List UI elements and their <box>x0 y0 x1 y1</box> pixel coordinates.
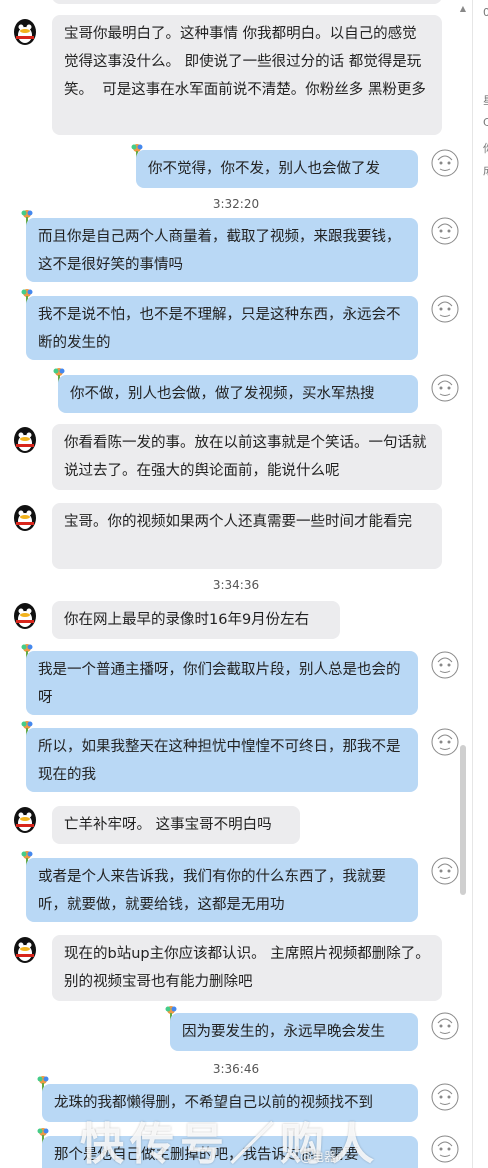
chat-history: 宝哥你最明白了。这种事情 你我都明白。以自己的感觉 觉得这事没什么。 即使说了一… <box>0 0 472 1168</box>
message-bubble-outgoing: 而且你是自己两个人商量着，截取了视频，来跟我要钱，这不是很好笑的事情吗 <box>26 218 418 282</box>
qq-penguin-avatar-icon[interactable] <box>10 804 40 834</box>
message-bubble-outgoing: 因为要发生的，永远早晚会发生 <box>170 1013 418 1051</box>
message-bubble-incoming: 现在的b站up主你应该都认识。 主席照片视频都删除了。 别的视频宝哥也有能力删除… <box>52 935 442 1001</box>
message-bubble-outgoing: 我是一个普通主播呀，你们会截取片段，别人总是也会的呀 <box>26 651 418 715</box>
timestamp: 3:34:36 <box>212 578 260 592</box>
user-avatar-icon[interactable] <box>430 650 460 680</box>
qq-penguin-avatar-icon[interactable] <box>10 502 40 532</box>
right-side-panel: 0 星 C 你 成 <box>472 0 488 1168</box>
side-panel-char: 成 <box>483 162 488 178</box>
timestamp: 3:32:20 <box>212 197 260 211</box>
side-panel-char: 0 <box>483 6 488 19</box>
user-avatar-icon[interactable] <box>430 216 460 246</box>
side-panel-char: C <box>483 116 488 129</box>
user-avatar-icon[interactable] <box>430 856 460 886</box>
message-bubble-incoming: 宝哥。你的视频如果两个人还真需要一些时间才能看完 <box>52 503 442 569</box>
message-bubble-incoming: 亡羊补牢呀。 这事宝哥不明白吗 <box>52 806 300 844</box>
message-bubble-partial <box>52 0 442 4</box>
user-avatar-icon[interactable] <box>430 148 460 178</box>
message-bubble-outgoing: 你不觉得，你不发，别人也会做了发 <box>136 150 418 188</box>
side-panel-char: 你 <box>483 140 488 156</box>
user-avatar-icon[interactable] <box>430 294 460 324</box>
qq-penguin-avatar-icon[interactable] <box>10 424 40 454</box>
message-bubble-incoming: 你在网上最早的录像时16年9月份左右 <box>52 601 340 639</box>
user-avatar-icon[interactable] <box>430 1011 460 1041</box>
user-avatar-icon[interactable] <box>430 1082 460 1112</box>
timestamp: 3:36:46 <box>212 1062 260 1076</box>
qq-penguin-avatar-icon[interactable] <box>10 934 40 964</box>
message-bubble-incoming: 宝哥你最明白了。这种事情 你我都明白。以自己的感觉 觉得这事没什么。 即使说了一… <box>52 15 442 135</box>
message-bubble-outgoing: 所以，如果我整天在这种担忧中惶惶不可终日，那我不是现在的我 <box>26 728 418 792</box>
scrollbar-thumb[interactable] <box>460 745 466 895</box>
user-avatar-icon[interactable] <box>430 1134 460 1164</box>
message-bubble-incoming: 你看看陈一发的事。放在以前这事就是个笑话。一句话就说过去了。在强大的舆论面前，能… <box>52 424 442 490</box>
qq-penguin-avatar-icon[interactable] <box>10 600 40 630</box>
side-panel-char: 星 <box>483 92 488 108</box>
message-bubble-outgoing: 你不做，别人也会做，做了发视频，买水军热搜 <box>58 375 418 413</box>
message-bubble-outgoing: 我不是说不怕，也不是不理解，只是这种东西，永远会不断的发生的 <box>26 296 418 360</box>
scroll-up-arrow-icon[interactable]: ▲ <box>458 4 468 14</box>
message-bubble-outgoing: 或者是个人来告诉我，我们有你的什么东西了，我就要听，就要做，就要给钱，这都是无用… <box>26 858 418 922</box>
user-avatar-icon[interactable] <box>430 373 460 403</box>
user-avatar-icon[interactable] <box>430 727 460 757</box>
qq-penguin-avatar-icon[interactable] <box>10 16 40 46</box>
watermark-small-text: @电器 <box>300 1150 337 1164</box>
